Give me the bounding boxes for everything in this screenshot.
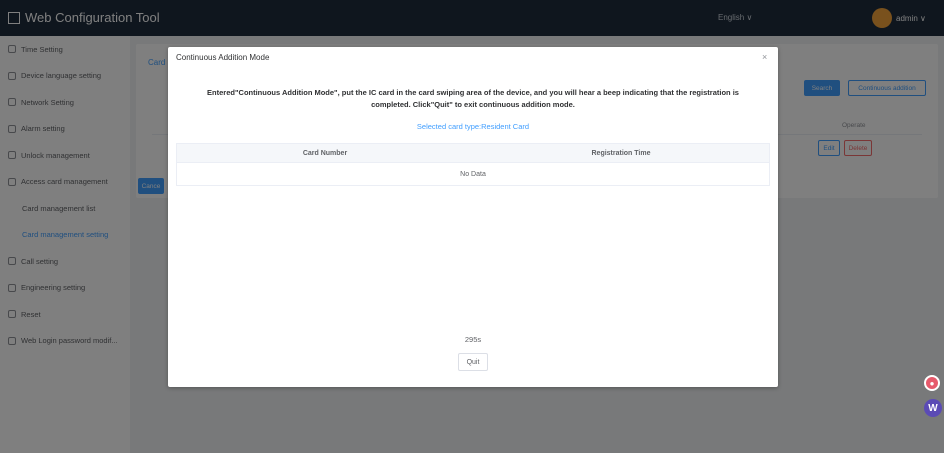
notification-icon[interactable]: ●: [924, 375, 940, 391]
quit-button[interactable]: Quit: [458, 353, 488, 371]
column-header-card-number: Card Number: [302, 149, 348, 157]
dialog-message: Entered"Continuous Addition Mode", put t…: [207, 88, 739, 109]
selected-card-type: Selected card type:Resident Card: [416, 122, 530, 131]
table-empty-text: No Data: [460, 170, 486, 178]
countdown-timer: 295s: [464, 335, 482, 344]
dialog-title: Continuous Addition Mode: [176, 53, 270, 62]
registered-cards-table: Card Number Registration Time No Data: [176, 143, 770, 186]
continuous-addition-dialog: Continuous Addition Mode × Entered"Conti…: [168, 47, 778, 387]
column-header-registration-time: Registration Time: [591, 149, 651, 157]
close-icon[interactable]: ×: [762, 53, 767, 62]
table-header: Card Number Registration Time: [177, 144, 769, 163]
assistant-icon[interactable]: W: [924, 399, 942, 417]
